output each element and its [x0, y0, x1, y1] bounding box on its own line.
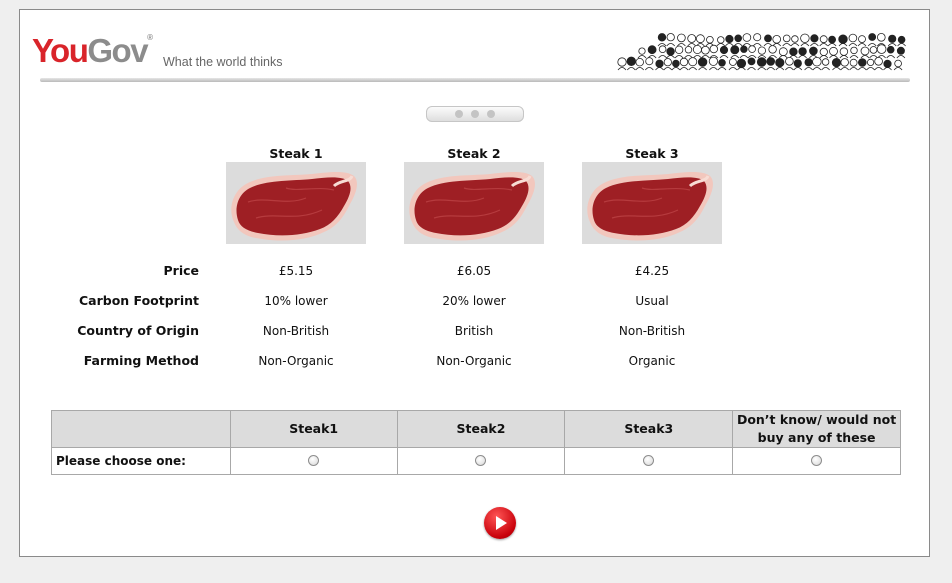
next-button[interactable] [484, 507, 516, 539]
choice-cell-steak2 [396, 447, 566, 475]
farming-method-label: Farming Method [83, 353, 199, 368]
choice-prompt: Please choose one: [51, 447, 231, 475]
crowd-illustration [617, 32, 906, 71]
steak-2-image [404, 162, 544, 244]
steak-1-title: Steak 1 [269, 146, 323, 161]
choice-answer-row: Please choose one: [51, 447, 901, 475]
radio-steak1[interactable] [308, 454, 320, 466]
choice-cell-dont-know [732, 447, 901, 475]
steak-3-farming: Organic [628, 354, 676, 368]
choice-header-steak1: Steak1 [229, 410, 398, 448]
progress-dot [455, 110, 463, 118]
choice-header-dont-know: Don’t know/ would not buy any of these [732, 410, 901, 448]
choice-cell-steak1 [229, 447, 398, 475]
price-label: Price [163, 263, 200, 278]
steak-2-farming: Non-Organic [436, 354, 512, 368]
choice-header-empty [51, 410, 231, 448]
yougov-logo: YouGov® [32, 32, 153, 69]
choice-header-steak3: Steak3 [564, 410, 734, 448]
steak-3-carbon: Usual [635, 294, 669, 308]
choice-table: Steak1 Steak2 Steak3 Don’t know/ would n… [51, 410, 901, 475]
progress-dot [487, 110, 495, 118]
steak-1-image [226, 162, 366, 244]
logo-gov: Gov [87, 32, 148, 69]
steak-1-origin: Non-British [262, 324, 330, 338]
steak-2-price: £6.05 [456, 264, 492, 278]
radio-steak2[interactable] [475, 454, 487, 466]
steak-1-farming: Non-Organic [258, 354, 334, 368]
steak-2-title: Steak 2 [447, 146, 501, 161]
steak-3-image [582, 162, 722, 244]
tagline: What the world thinks [163, 55, 283, 69]
steak-3-title: Steak 3 [625, 146, 679, 161]
survey-frame: YouGov® What the world thinks Steak 1 St… [19, 9, 930, 557]
choice-cell-steak3 [564, 447, 734, 475]
choice-header-row: Steak1 Steak2 Steak3 Don’t know/ would n… [51, 410, 901, 448]
radio-dont-know[interactable] [811, 454, 823, 466]
logo-you: You [32, 32, 89, 69]
steak-3-price: £4.25 [634, 264, 670, 278]
radio-steak3[interactable] [643, 454, 655, 466]
play-arrow-icon [496, 516, 507, 530]
steak-1-price: £5.15 [278, 264, 314, 278]
country-of-origin-label: Country of Origin [77, 323, 199, 338]
logo-registered-mark: ® [147, 33, 153, 42]
carbon-footprint-label: Carbon Footprint [78, 293, 199, 308]
steak-2-carbon: 20% lower [442, 294, 506, 308]
progress-dot [471, 110, 479, 118]
choice-header-steak2: Steak2 [396, 410, 566, 448]
steak-2-origin: British [454, 324, 494, 338]
progress-indicator [426, 106, 524, 122]
header-divider [40, 78, 910, 82]
steak-1-carbon: 10% lower [264, 294, 328, 308]
steak-3-origin: Non-British [618, 324, 686, 338]
